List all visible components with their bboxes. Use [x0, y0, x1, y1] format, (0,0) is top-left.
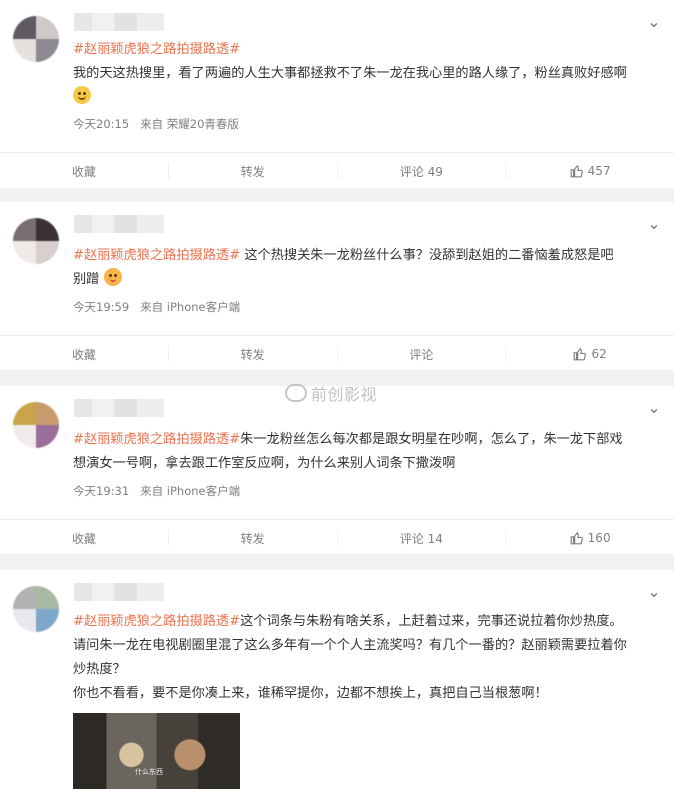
source: 来自 iPhone客户端 — [140, 484, 241, 498]
post-content: #赵丽颖虎狼之路拍摄路透# 这个热搜关朱一龙粉丝什么事？没舔到赵姐的二番恼羞成怒… — [73, 244, 660, 292]
post-card: ⌄ #赵丽颖虎狼之路拍摄路透# 这个热搜关朱一龙粉丝什么事？没舔到赵姐的二番恼羞… — [0, 202, 674, 370]
favorite-button[interactable]: 收藏 — [0, 346, 168, 363]
like-button[interactable]: 160 — [505, 530, 674, 546]
action-bar: 收藏 转发 评论 62 — [0, 335, 674, 372]
comment-label: 评论 14 — [399, 531, 443, 546]
chevron-down-icon[interactable]: ⌄ — [644, 398, 664, 418]
timestamp[interactable]: 今天20:15 — [73, 117, 129, 131]
post-text: 这个热搜关朱一龙粉丝什么事？没舔到赵姐的二番恼羞成怒是吧 — [240, 248, 614, 263]
comment-label: 评论 49 — [399, 164, 443, 179]
post-text: 朱一龙粉丝怎么每次都是跟女明星在吵啊，怎么了，朱一龙下部戏 — [240, 432, 623, 447]
repost-button[interactable]: 转发 — [167, 163, 337, 179]
like-count: 457 — [587, 164, 611, 178]
repost-label: 转发 — [240, 531, 265, 546]
post-text-line3: 炒热度？ — [73, 662, 126, 677]
chevron-down-icon[interactable]: ⌄ — [644, 12, 664, 32]
like-button[interactable]: 62 — [505, 346, 674, 362]
thumbs-up-icon — [570, 164, 583, 178]
like-count: 62 — [591, 347, 607, 361]
hashtag-link[interactable]: #赵丽颖虎狼之路拍摄路透# — [73, 432, 240, 447]
timestamp[interactable]: 今天19:31 — [73, 484, 129, 498]
username-blurred[interactable] — [74, 583, 164, 601]
action-bar: 收藏 转发 评论 14 160 — [0, 519, 674, 556]
favorite-label: 收藏 — [71, 531, 96, 546]
avatar[interactable] — [13, 402, 59, 448]
favorite-button[interactable]: 收藏 — [0, 530, 168, 547]
hashtag-link[interactable]: #赵丽颖虎狼之路拍摄路透# — [73, 614, 240, 629]
post-text: 我的天这热搜里，看了两遍的人生大事都拯救不了朱一龙在我心里的路人缘了，粉丝真败好… — [73, 66, 627, 81]
repost-label: 转发 — [240, 347, 265, 362]
source: 来自 iPhone客户端 — [140, 300, 241, 314]
post-content: #赵丽颖虎狼之路拍摄路透#朱一龙粉丝怎么每次都是跟女明星在吵啊，怎么了，朱一龙下… — [73, 428, 660, 476]
post-meta: 今天19:31 来自 iPhone客户端 — [73, 483, 240, 499]
favorite-button[interactable]: 收藏 — [0, 163, 168, 180]
comment-button[interactable]: 评论 49 — [336, 163, 506, 179]
like-count: 160 — [587, 531, 611, 545]
comment-button[interactable]: 评论 — [336, 346, 506, 362]
hashtag-link[interactable]: #赵丽颖虎狼之路拍摄路透# — [73, 248, 240, 263]
chevron-down-icon[interactable]: ⌄ — [644, 582, 664, 602]
comment-button[interactable]: 评论 14 — [336, 530, 506, 546]
post-text: 这个词条与朱粉有啥关系，上赶着过来，完事还说拉着你炒热度。 — [240, 614, 623, 629]
action-bar: 收藏 转发 评论 49 457 — [0, 152, 674, 189]
repost-label: 转发 — [240, 164, 265, 179]
post-meta: 今天19:59 来自 iPhone客户端 — [73, 299, 240, 315]
thumbs-up-icon — [574, 347, 587, 361]
post-card: ⌄ #赵丽颖虎狼之路拍摄路透#朱一龙粉丝怎么每次都是跟女明星在吵啊，怎么了，朱一… — [0, 386, 674, 554]
post-text-continuation: 想演女一号啊，拿去跟工作室反应啊，为什么来别人词条下撒泼啊 — [73, 456, 456, 471]
shy-emoji-icon — [103, 268, 122, 286]
post-meta: 今天20:15 来自 荣耀20青春版 — [73, 116, 239, 132]
avatar[interactable] — [13, 586, 59, 632]
hashtag-link[interactable]: #赵丽颖虎狼之路拍摄路透# — [73, 42, 240, 57]
avatar[interactable] — [13, 16, 59, 62]
chevron-down-icon[interactable]: ⌄ — [644, 214, 664, 234]
thumbs-up-icon — [570, 531, 583, 545]
post-text-line2: 请问朱一龙在电视剧圈里混了这么多年有一个个人主流奖吗？有几个一番的？赵丽颖需要拉… — [73, 638, 627, 653]
post-text-continuation: 别蹭 — [73, 272, 100, 287]
comment-label: 评论 — [409, 347, 434, 362]
username-blurred[interactable] — [74, 399, 164, 417]
post-card: ⌄ #赵丽颖虎狼之路拍摄路透# 我的天这热搜里，看了两遍的人生大事都拯救不了朱一… — [0, 0, 674, 188]
post-image-thumbnail[interactable]: 什么东西 — [73, 713, 240, 789]
post-content: #赵丽颖虎狼之路拍摄路透#这个词条与朱粉有啥关系，上赶着过来，完事还说拉着你炒热… — [73, 610, 660, 706]
post-content: #赵丽颖虎狼之路拍摄路透# 我的天这热搜里，看了两遍的人生大事都拯救不了朱一龙在… — [73, 38, 660, 110]
smile-emoji-icon — [73, 86, 91, 104]
post-text-line4: 你也不看看，要不是你凑上来，谁稀罕提你，边都不想挨上，真把自己当根葱啊！ — [73, 686, 548, 701]
avatar[interactable] — [13, 218, 59, 264]
source: 来自 荣耀20青春版 — [140, 117, 239, 131]
favorite-label: 收藏 — [71, 347, 96, 362]
like-button[interactable]: 457 — [505, 163, 674, 179]
favorite-label: 收藏 — [71, 164, 96, 179]
image-caption: 什么东西 — [135, 768, 163, 776]
repost-button[interactable]: 转发 — [167, 346, 337, 362]
username-blurred[interactable] — [74, 13, 164, 31]
timestamp[interactable]: 今天19:59 — [73, 300, 129, 314]
username-blurred[interactable] — [74, 215, 164, 233]
repost-button[interactable]: 转发 — [167, 530, 337, 546]
